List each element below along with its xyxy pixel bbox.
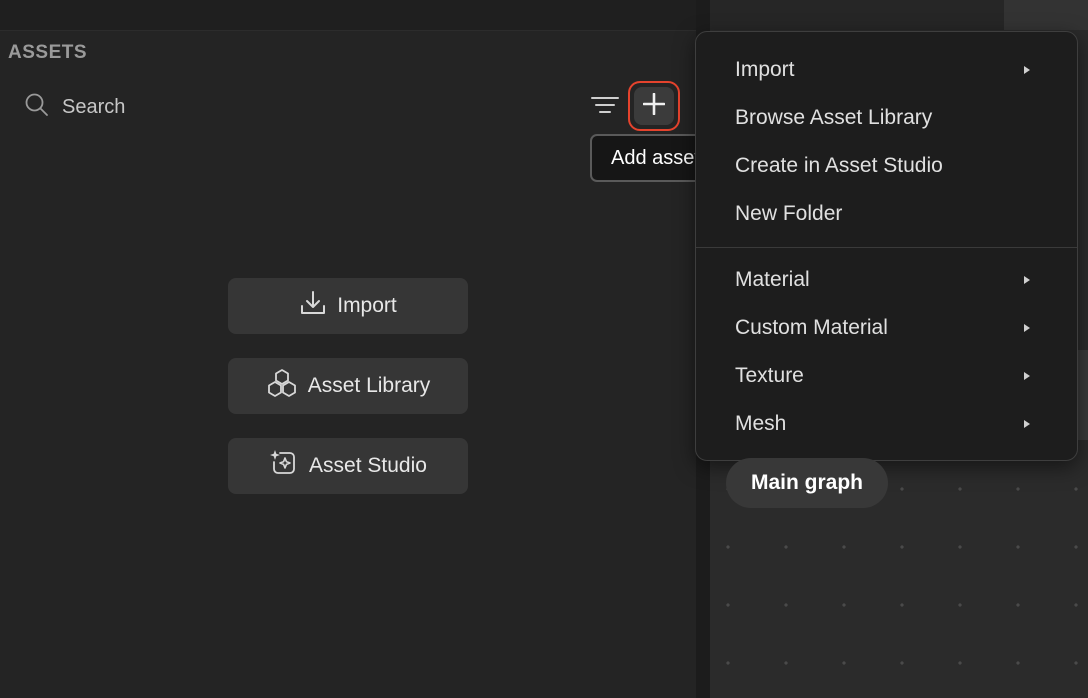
menu-item-texture[interactable]: Texture — [696, 354, 1079, 398]
download-icon — [299, 289, 327, 323]
plus-icon — [642, 92, 666, 120]
submenu-arrow-icon — [1024, 420, 1030, 428]
menu-item-material[interactable]: Material — [696, 258, 1079, 302]
add-asset-button[interactable] — [628, 81, 680, 131]
search-placeholder: Search — [62, 96, 126, 118]
menu-item-new-folder[interactable]: New Folder — [696, 192, 1079, 236]
node-edge — [1078, 350, 1088, 440]
filter-icon — [590, 97, 620, 124]
submenu-arrow-icon — [1024, 66, 1030, 74]
submenu-arrow-icon — [1024, 324, 1030, 332]
import-button-label: Import — [337, 294, 397, 317]
menu-item-browse-asset-library[interactable]: Browse Asset Library — [696, 96, 1079, 140]
menu-item-label: New Folder — [735, 202, 843, 225]
submenu-arrow-icon — [1024, 276, 1030, 284]
graph-header — [710, 0, 1004, 30]
submenu-arrow-icon — [1024, 372, 1030, 380]
sparkle-box-icon — [269, 448, 299, 484]
top-toolbar — [0, 0, 696, 31]
menu-item-label: Import — [735, 58, 795, 81]
add-asset-menu: Import Browse Asset Library Create in As… — [695, 31, 1078, 461]
menu-item-create-in-asset-studio[interactable]: Create in Asset Studio — [696, 144, 1079, 188]
import-button[interactable]: Import — [228, 278, 468, 334]
asset-library-button[interactable]: Asset Library — [228, 358, 468, 414]
menu-item-label: Texture — [735, 364, 804, 387]
menu-item-custom-material[interactable]: Custom Material — [696, 306, 1079, 350]
main-graph-tab[interactable]: Main graph — [726, 458, 888, 508]
filter-button[interactable] — [590, 92, 620, 120]
asset-library-button-label: Asset Library — [307, 374, 431, 397]
menu-item-import[interactable]: Import — [696, 48, 1079, 92]
asset-studio-button[interactable]: Asset Studio — [228, 438, 468, 494]
graph-header-tab — [1004, 0, 1088, 30]
menu-item-label: Mesh — [735, 412, 787, 435]
menu-item-mesh[interactable]: Mesh — [696, 402, 1079, 446]
menu-item-label: Material — [735, 268, 810, 291]
search-field[interactable]: Search — [24, 92, 125, 123]
menu-item-label: Browse Asset Library — [735, 106, 933, 129]
cubes-icon — [266, 368, 298, 404]
asset-studio-button-label: Asset Studio — [309, 454, 427, 477]
menu-separator — [696, 247, 1077, 248]
assets-title: ASSETS — [8, 42, 88, 63]
search-icon — [24, 92, 50, 123]
menu-item-label: Custom Material — [735, 316, 888, 339]
add-asset-button-surface[interactable] — [634, 87, 674, 125]
menu-item-label: Create in Asset Studio — [735, 154, 943, 177]
